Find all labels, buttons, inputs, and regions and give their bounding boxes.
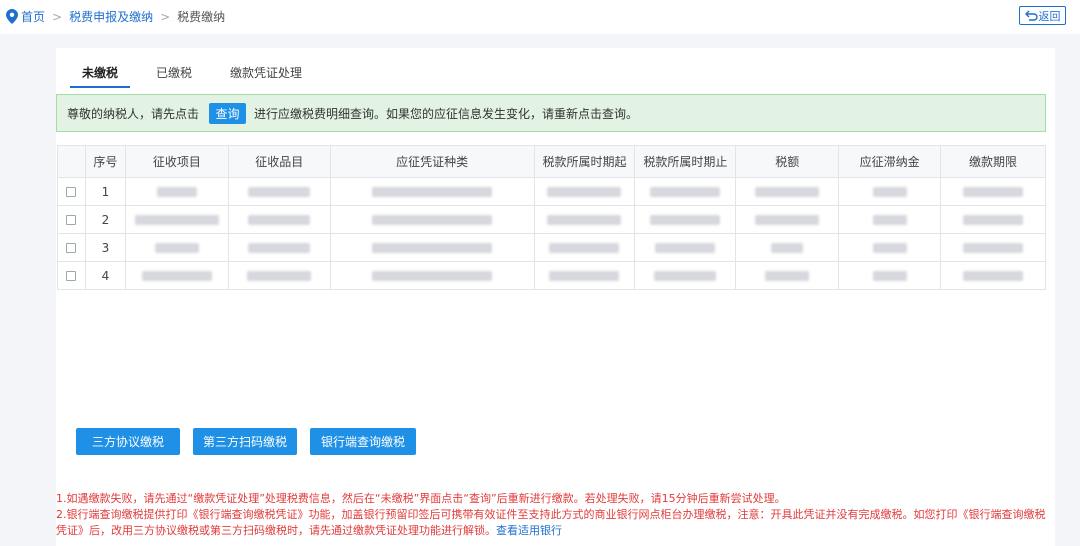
unpaid-tax-table: 序号 征收项目 征收品目 应征凭证种类 税款所属时期起 税款所属时期止 税额 应… — [57, 145, 1046, 290]
row-checkbox[interactable] — [66, 187, 77, 197]
blurred-cell — [533, 205, 636, 234]
location-pin-icon — [6, 9, 18, 24]
payment-notes: 1.如遇缴款失败，请先通过“缴款凭证处理”处理税费信息，然后在“未缴税”界面点击… — [56, 491, 1055, 539]
blurred-cell — [227, 177, 331, 206]
header-cell: 税款所属时期起 — [533, 145, 636, 178]
breadcrumb-home[interactable]: 首页 — [21, 8, 45, 25]
blurred-cell — [329, 261, 535, 290]
breadcrumb-current: 税费缴纳 — [177, 10, 226, 24]
bank-query-pay-button[interactable]: 银行端查询缴税 — [310, 428, 416, 455]
back-button[interactable]: 返回 — [1019, 6, 1066, 25]
header-cell: 序号 — [84, 145, 126, 178]
blurred-cell — [124, 205, 229, 234]
blurred-cell — [634, 177, 737, 206]
top-bar: 首页 > 税费申报及缴纳 > 税费缴纳 返回 — [0, 0, 1080, 34]
blurred-cell — [838, 205, 942, 234]
table-row[interactable]: 2 — [57, 205, 1046, 234]
breadcrumb-tax-declaration[interactable]: 税费申报及缴纳 — [69, 8, 153, 25]
note-line-1: 1.如遇缴款失败，请先通过“缴款凭证处理”处理税费信息，然后在“未缴税”界面点击… — [56, 492, 786, 505]
notice-text-after: 进行应缴税费明细查询。如果您的应征信息发生变化，请重新点击查询。 — [254, 106, 639, 121]
blurred-cell — [227, 205, 331, 234]
header-cell: 缴款期限 — [940, 145, 1046, 178]
third-party-scan-pay-button[interactable]: 第三方扫码缴税 — [193, 428, 297, 455]
breadcrumb-separator: > — [160, 9, 171, 24]
payment-actions: 三方协议缴税 第三方扫码缴税 银行端查询缴税 — [76, 428, 416, 455]
blurred-cell — [940, 261, 1046, 290]
blurred-cell — [735, 261, 840, 290]
blurred-cell — [735, 205, 840, 234]
blurred-cell — [838, 261, 942, 290]
table-row[interactable]: 3 — [57, 233, 1046, 262]
back-button-label: 返回 — [1038, 9, 1061, 23]
tab-voucher-processing[interactable]: 缴款凭证处理 — [218, 57, 314, 88]
main-panel: 未缴税 已缴税 缴款凭证处理 尊敬的纳税人，请先点击 查询 进行应缴税费明细查询… — [56, 48, 1055, 546]
blurred-cell — [838, 233, 942, 262]
blurred-cell — [329, 205, 535, 234]
view-applicable-banks-link[interactable]: 查看适用银行 — [496, 524, 562, 537]
blurred-cell — [227, 261, 331, 290]
header-cell: 应征凭证种类 — [329, 145, 535, 178]
blurred-cell — [735, 177, 840, 206]
note-line-2: 2.银行端查询缴税提供打印《银行端查询缴税凭证》功能，加盖银行预留印签后可携带有… — [56, 507, 1055, 539]
blurred-cell — [533, 233, 636, 262]
blurred-cell — [634, 205, 737, 234]
blurred-cell — [634, 233, 737, 262]
blurred-cell — [940, 205, 1046, 234]
header-cell: 税款所属时期止 — [634, 145, 737, 178]
blurred-cell — [124, 233, 229, 262]
blurred-cell — [735, 233, 840, 262]
query-button[interactable]: 查询 — [209, 102, 247, 124]
header-cell: 应征滞纳金 — [838, 145, 942, 178]
row-checkbox-cell[interactable] — [57, 177, 86, 206]
blurred-cell — [124, 177, 229, 206]
row-checkbox-cell[interactable] — [57, 261, 86, 290]
blurred-cell — [329, 233, 535, 262]
blurred-cell — [940, 177, 1046, 206]
header-cell: 征收品目 — [227, 145, 331, 178]
blurred-cell — [838, 177, 942, 206]
tab-unpaid[interactable]: 未缴税 — [70, 57, 130, 88]
header-cell: 税额 — [735, 145, 840, 178]
header-cell: 征收项目 — [124, 145, 229, 178]
tripartite-agreement-pay-button[interactable]: 三方协议缴税 — [76, 428, 180, 455]
row-checkbox[interactable] — [66, 271, 77, 281]
header-select — [57, 145, 86, 178]
notice-text-before: 尊敬的纳税人，请先点击 — [67, 106, 200, 121]
blurred-cell — [329, 177, 535, 206]
blurred-cell — [227, 233, 331, 262]
row-checkbox-cell[interactable] — [57, 205, 86, 234]
tab-bar: 未缴税 已缴税 缴款凭证处理 — [56, 57, 1055, 88]
return-arrow-icon — [1024, 10, 1038, 21]
query-notice: 尊敬的纳税人，请先点击 查询 进行应缴税费明细查询。如果您的应征信息发生变化，请… — [56, 94, 1046, 132]
tab-paid[interactable]: 已缴税 — [144, 57, 204, 88]
row-checkbox[interactable] — [66, 215, 77, 225]
blurred-cell — [124, 261, 229, 290]
breadcrumb: 首页 > 税费申报及缴纳 > 税费缴纳 — [6, 8, 225, 25]
table-row[interactable]: 1 — [57, 177, 1046, 206]
table-header-row: 序号 征收项目 征收品目 应征凭证种类 税款所属时期起 税款所属时期止 税额 应… — [57, 145, 1046, 178]
blurred-cell — [533, 177, 636, 206]
blurred-cell — [940, 233, 1046, 262]
table-row[interactable]: 4 — [57, 261, 1046, 290]
row-number: 3 — [84, 233, 126, 262]
row-checkbox-cell[interactable] — [57, 233, 86, 262]
row-number: 2 — [84, 205, 126, 234]
breadcrumb-separator: > — [52, 9, 63, 24]
row-number: 1 — [84, 177, 126, 206]
blurred-cell — [634, 261, 737, 290]
row-checkbox[interactable] — [66, 243, 77, 253]
row-number: 4 — [84, 261, 126, 290]
blurred-cell — [533, 261, 636, 290]
